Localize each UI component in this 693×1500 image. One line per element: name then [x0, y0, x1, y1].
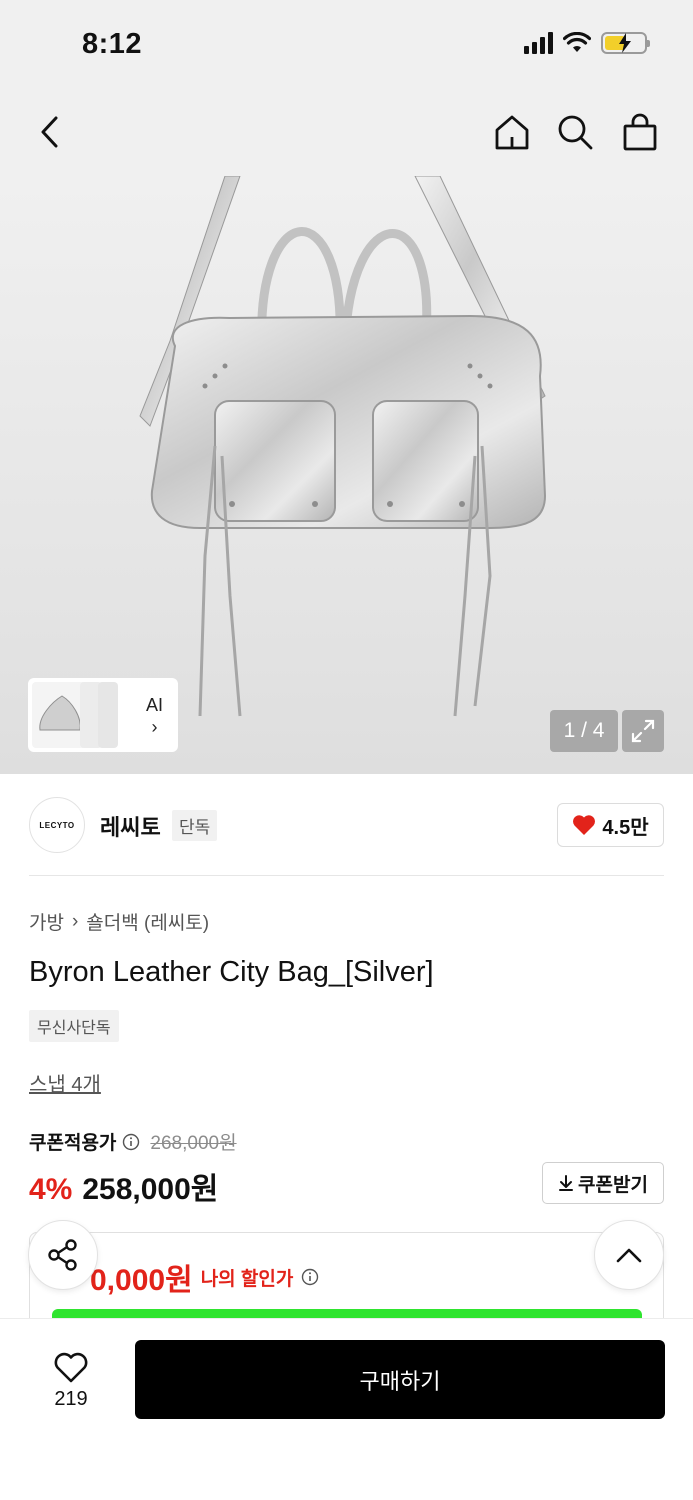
thumbnail-image[interactable]	[98, 682, 118, 748]
wishlist-count: 219	[54, 1387, 88, 1410]
divider	[29, 875, 664, 876]
expand-icon	[631, 719, 655, 743]
brand-like-count: 4.5만	[602, 816, 649, 839]
wifi-icon	[563, 32, 591, 52]
home-button[interactable]	[490, 110, 534, 154]
brand-logo[interactable]: LECYTO	[29, 797, 85, 853]
my-price: 0,000원	[90, 1264, 193, 1297]
my-price-row: 0,000원 나의 할인가	[90, 1255, 319, 1299]
get-coupon-label: 쿠폰받기	[578, 1174, 648, 1196]
heart-filled-icon	[573, 815, 596, 835]
discount-rate: 4%	[29, 1173, 73, 1206]
buy-button[interactable]: 구매하기	[135, 1340, 665, 1419]
battery-icon	[601, 32, 650, 54]
product-title: Byron Leather City Bag_[Silver]	[29, 956, 434, 988]
status-bar: 8:12	[0, 0, 693, 90]
coupon-price-label: 쿠폰적용가	[29, 1133, 117, 1154]
product-image-gallery[interactable]: AI › 1 / 4	[0, 176, 693, 774]
bottom-action-bar: 219 구매하기	[0, 1318, 693, 1500]
sale-price: 258,000원	[82, 1173, 219, 1206]
chevron-left-icon	[41, 116, 58, 148]
shopping-bag-icon	[623, 113, 657, 151]
status-time: 8:12	[82, 28, 143, 60]
share-icon	[48, 1239, 77, 1271]
brand-like-button[interactable]: 4.5만	[557, 803, 664, 847]
sale-price-row: 4% 258,000원	[29, 1164, 218, 1208]
heart-outline-icon	[54, 1352, 88, 1382]
chevron-right-icon: ›	[151, 717, 158, 737]
download-icon	[559, 1175, 574, 1191]
my-price-label: 나의 할인가	[200, 1268, 294, 1290]
status-icons	[524, 32, 650, 54]
home-icon	[495, 115, 529, 150]
info-icon[interactable]	[301, 1268, 319, 1286]
brand-name[interactable]: 레씨토	[100, 810, 161, 842]
store-exclusive-tag: 무신사단독	[29, 1010, 119, 1042]
share-button[interactable]	[28, 1220, 98, 1290]
search-icon	[558, 115, 593, 150]
page-counter: 1 / 4	[550, 710, 618, 752]
get-coupon-button[interactable]: 쿠폰받기	[542, 1162, 664, 1204]
cart-button[interactable]	[618, 110, 662, 154]
chevron-right-icon: ›	[71, 910, 79, 932]
scroll-top-button[interactable]	[594, 1220, 664, 1290]
coupon-price-row: 쿠폰적용가 268,000원	[29, 1128, 237, 1155]
ai-label[interactable]: AI ›	[146, 694, 163, 738]
chevron-up-icon	[616, 1248, 642, 1263]
breadcrumb-item[interactable]: 숄더백 (레씨토)	[86, 908, 209, 935]
info-icon[interactable]	[122, 1133, 140, 1151]
back-button[interactable]	[28, 110, 72, 154]
exclusive-tag: 단독	[172, 810, 218, 841]
breadcrumb: 가방 › 숄더백 (레씨토)	[29, 908, 209, 935]
ai-thumbnail-strip[interactable]: AI ›	[28, 678, 178, 752]
search-button[interactable]	[553, 110, 597, 154]
snap-link[interactable]: 스냅 4개	[29, 1068, 101, 1097]
breadcrumb-item[interactable]: 가방	[29, 908, 64, 935]
top-nav-bar	[0, 90, 693, 176]
signal-icon	[524, 32, 553, 54]
wishlist-button[interactable]: 219	[30, 1343, 112, 1419]
original-price: 268,000원	[150, 1133, 237, 1154]
expand-button[interactable]	[622, 710, 664, 752]
